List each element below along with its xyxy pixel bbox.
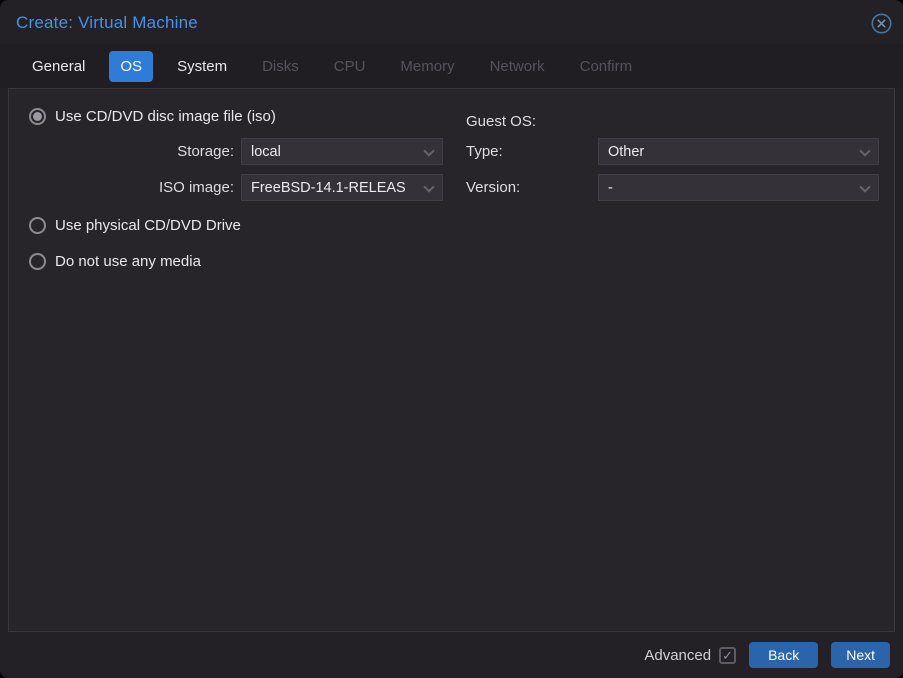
tab-os[interactable]: OS [109,50,154,82]
type-label: Type: [466,143,503,160]
radio-no-media-label: Do not use any media [55,253,201,270]
iso-image-value: FreeBSD-14.1-RELEAS [251,179,406,196]
guest-os-heading: Guest OS: [466,113,537,130]
radio-physical-drive-control[interactable] [29,217,46,234]
type-value: Other [608,143,645,160]
version-value: - [608,179,613,196]
tab-cpu: CPU [333,57,366,75]
radio-no-media[interactable]: Do not use any media [29,253,201,270]
storage-label: Storage: [177,143,234,160]
chevron-down-icon [859,145,871,157]
radio-use-iso[interactable]: Use CD/DVD disc image file (iso) [29,108,276,125]
tab-confirm: Confirm [579,57,633,75]
radio-use-iso-control[interactable] [29,108,46,125]
advanced-checkbox[interactable]: ✓ [719,646,737,664]
tab-network: Network [489,57,545,75]
tab-memory: Memory [400,57,455,75]
iso-image-select[interactable]: FreeBSD-14.1-RELEAS [241,174,443,201]
close-icon[interactable] [871,13,892,34]
next-button[interactable]: Next [831,642,890,668]
type-select[interactable]: Other [598,138,879,165]
chevron-down-icon [423,145,435,157]
tab-disks: Disks [262,57,299,75]
radio-no-media-control[interactable] [29,253,46,270]
storage-select[interactable]: local [241,138,443,165]
chevron-down-icon [423,181,435,193]
dialog-footer: Advanced ✓ Back Next [0,632,903,678]
radio-use-iso-label: Use CD/DVD disc image file (iso) [55,108,276,125]
dialog-title: Create: Virtual Machine [16,13,198,32]
dialog-titlebar: Create: Virtual Machine [0,0,903,44]
radio-physical-drive[interactable]: Use physical CD/DVD Drive [29,217,241,234]
radio-physical-drive-label: Use physical CD/DVD Drive [55,217,241,234]
wizard-tabs: General OS System Disks CPU Memory Netwo… [0,44,903,88]
version-label: Version: [466,179,521,196]
tab-general[interactable]: General [21,51,96,82]
storage-value: local [251,143,281,160]
version-select[interactable]: - [598,174,879,201]
create-vm-dialog: Create: Virtual Machine General OS Syste… [0,0,903,678]
os-tab-panel: Use CD/DVD disc image file (iso) Storage… [8,88,895,632]
advanced-label: Advanced [644,646,712,664]
iso-image-label: ISO image: [158,179,234,196]
back-button[interactable]: Back [749,642,819,668]
chevron-down-icon [859,181,871,193]
tab-system[interactable]: System [166,51,238,82]
